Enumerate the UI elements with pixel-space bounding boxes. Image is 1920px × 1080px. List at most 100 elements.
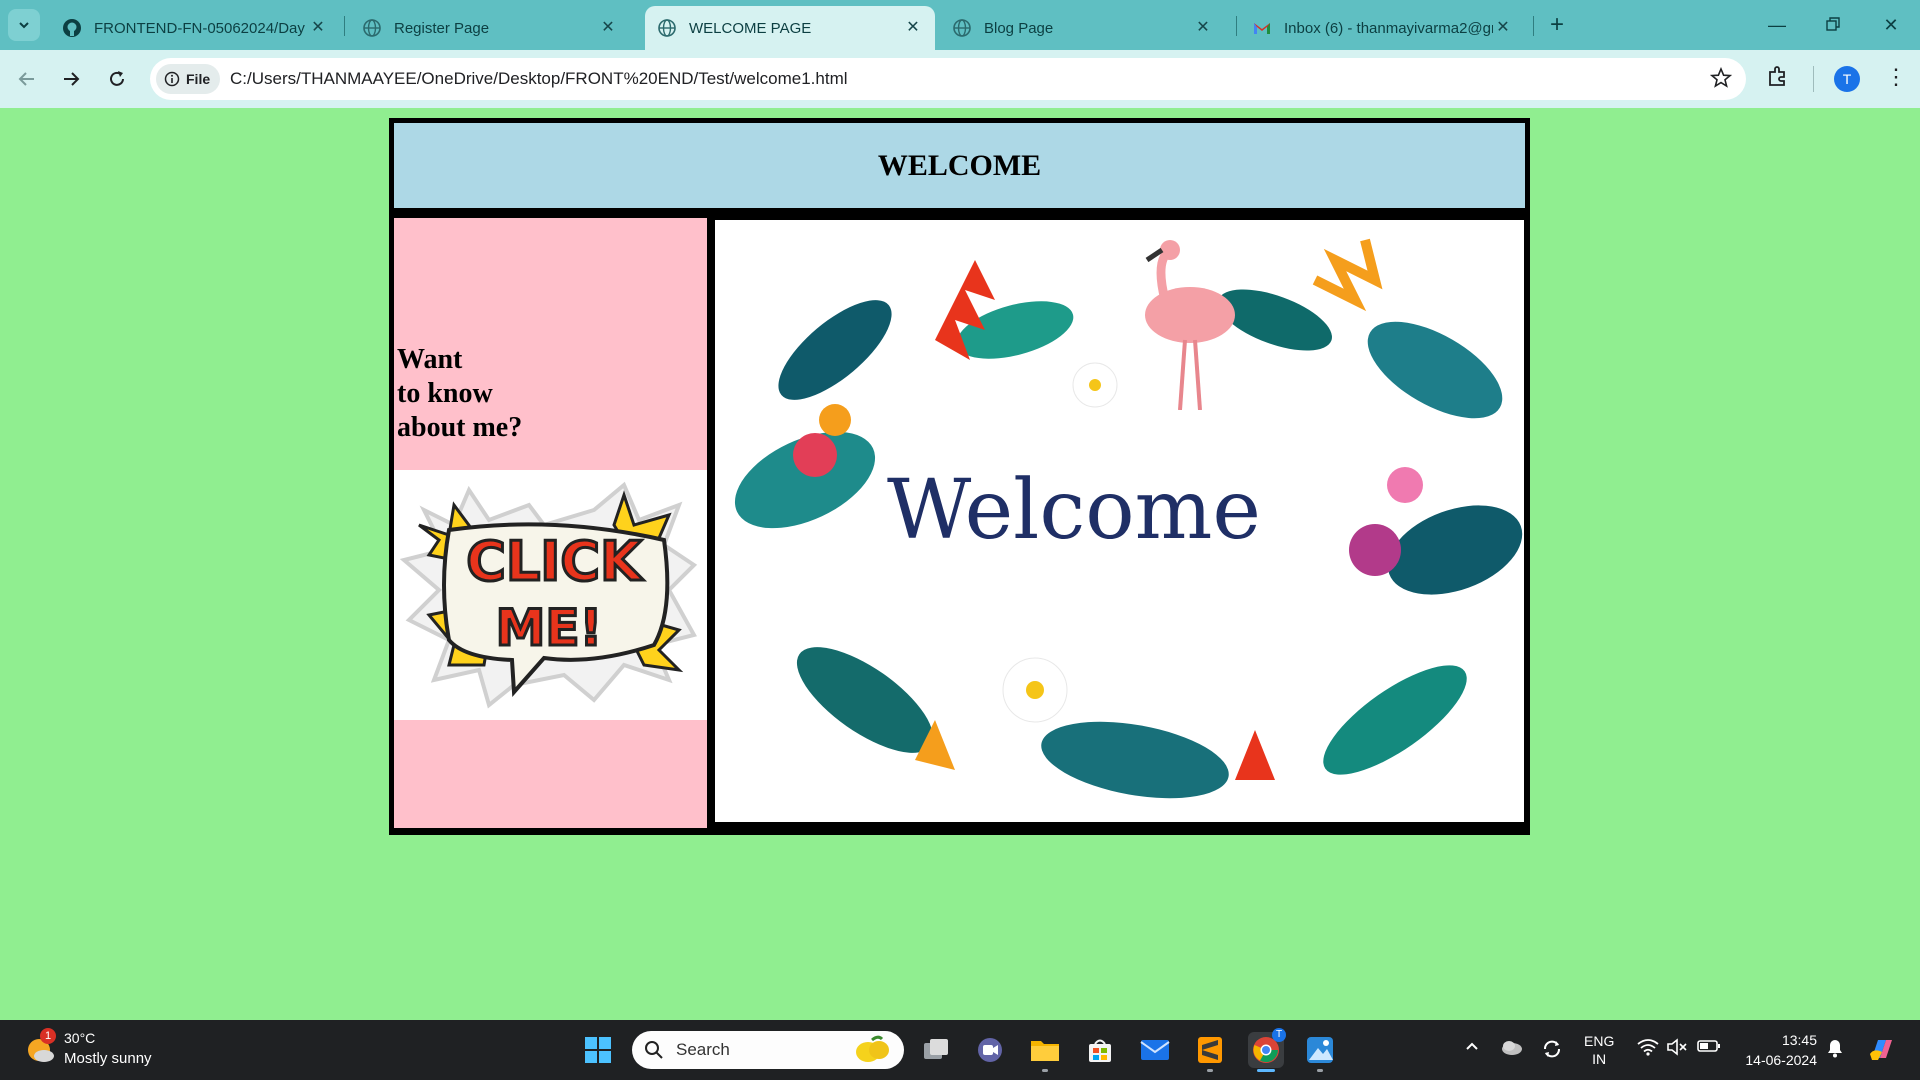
taskbar-search[interactable]: Search [632, 1031, 904, 1069]
tab-label: FRONTEND-FN-05062024/Day [94, 19, 305, 37]
windows-icon [585, 1037, 611, 1063]
store-button[interactable] [1082, 1032, 1118, 1068]
tab-search-button[interactable] [8, 9, 40, 41]
back-button[interactable] [12, 64, 42, 94]
chrome-button[interactable]: T [1248, 1028, 1286, 1072]
weather-description: Mostly sunny [64, 1050, 152, 1067]
tab-label: Inbox (6) - thanmayivarma2@gmail.com [1284, 19, 1493, 37]
minimize-button[interactable]: — [1762, 10, 1792, 40]
site-info-chip[interactable]: File [156, 64, 221, 94]
wifi-icon[interactable] [1637, 1038, 1659, 1056]
tab-separator [1533, 16, 1534, 36]
profile-avatar[interactable]: T [1834, 66, 1860, 92]
photos-icon [1307, 1037, 1333, 1063]
star-icon[interactable] [1710, 67, 1732, 89]
url-text[interactable]: C:/Users/THANMAAYEE/OneDrive/Desktop/FRO… [230, 69, 848, 89]
more-menu-icon[interactable]: ⋮ [1885, 64, 1907, 90]
start-button[interactable] [580, 1032, 616, 1068]
welcome-image: Welcome [715, 220, 1524, 822]
clock-time: 13:45 [1781, 1032, 1817, 1048]
teams-button[interactable] [972, 1032, 1008, 1068]
click-text: CLICK [466, 530, 644, 593]
reload-icon [110, 71, 124, 86]
click-me-sticker: CLICK ME! [399, 481, 698, 709]
arrow-left-icon [18, 72, 34, 86]
weather-badge: 1 [40, 1028, 56, 1044]
chevron-down-icon [19, 22, 29, 29]
close-window-button[interactable]: ✕ [1876, 10, 1906, 40]
chip-label: File [186, 71, 211, 87]
close-icon[interactable]: ✕ [1493, 18, 1513, 38]
running-indicator [1207, 1069, 1213, 1072]
search-icon [645, 1041, 663, 1059]
tab-register[interactable]: Register Page ✕ [350, 6, 630, 50]
sublime-icon [1198, 1037, 1222, 1063]
task-view-icon [924, 1039, 948, 1059]
region-code: IN [1592, 1051, 1607, 1067]
address-bar[interactable]: File C:/Users/THANMAAYEE/OneDrive/Deskto… [150, 58, 1746, 100]
side-line-1: Want [397, 344, 463, 375]
tropical-welcome-art: Welcome [734, 238, 1523, 799]
weather-temperature: 30°C [64, 1030, 96, 1046]
photos-button[interactable] [1302, 1032, 1338, 1072]
tab-github[interactable]: FRONTEND-FN-05062024/Day ✕ [50, 6, 340, 50]
copilot-icon[interactable] [1866, 1034, 1896, 1064]
forward-button[interactable] [56, 64, 86, 94]
extensions-icon[interactable] [1766, 64, 1790, 88]
me-text: ME! [496, 599, 603, 657]
toolbar-separator [1813, 66, 1814, 92]
lemon-icon [856, 1035, 889, 1062]
new-tab-button[interactable]: + [1543, 12, 1571, 40]
tab-gmail[interactable]: Inbox (6) - thanmayivarma2@gmail.com ✕ [1240, 6, 1525, 50]
close-icon[interactable]: ✕ [1193, 18, 1213, 38]
close-icon[interactable]: ✕ [598, 18, 618, 38]
side-question: Want to know about me? [397, 343, 522, 445]
tab-separator [1236, 16, 1237, 36]
tab-strip: FRONTEND-FN-05062024/Day ✕ Register Page… [0, 0, 1920, 50]
restore-icon [1826, 17, 1840, 31]
tab-welcome[interactable]: WELCOME PAGE ✕ [645, 6, 935, 50]
teams-icon [978, 1038, 1002, 1062]
tab-blog[interactable]: Blog Page ✕ [940, 6, 1225, 50]
welcome-text: Welcome [887, 463, 1261, 558]
speaker-muted-icon[interactable] [1666, 1038, 1688, 1056]
tab-label: Blog Page [984, 19, 1054, 37]
running-indicator [1317, 1069, 1323, 1072]
sublime-text-button[interactable] [1192, 1032, 1228, 1072]
globe-icon [363, 19, 381, 37]
tab-label: WELCOME PAGE [689, 19, 812, 37]
github-icon [63, 19, 81, 37]
page-layout-table: WELCOME Want to know about me? CLICK ME! [389, 118, 1530, 835]
header-cell: WELCOME [394, 123, 1525, 208]
file-explorer-button[interactable] [1027, 1032, 1063, 1072]
reload-button[interactable] [102, 64, 132, 94]
arrow-right-icon [64, 72, 80, 86]
language-indicator[interactable]: ENG IN [1584, 1032, 1614, 1068]
browser-toolbar: File C:/Users/THANMAAYEE/OneDrive/Deskto… [0, 50, 1920, 108]
battery-icon[interactable] [1697, 1038, 1721, 1054]
folder-icon [1031, 1041, 1059, 1061]
info-icon [164, 71, 180, 87]
mail-icon [1140, 1040, 1170, 1060]
chevron-up-icon[interactable] [1464, 1038, 1480, 1054]
running-indicator [1257, 1069, 1275, 1072]
click-me-image[interactable]: CLICK ME! [394, 470, 707, 720]
tab-separator [344, 16, 345, 36]
side-line-2: to know [397, 378, 493, 409]
mail-button[interactable] [1137, 1032, 1173, 1068]
close-icon[interactable]: ✕ [903, 18, 923, 38]
restore-button[interactable] [1818, 10, 1848, 40]
bell-icon[interactable] [1826, 1038, 1844, 1058]
sync-icon[interactable] [1541, 1038, 1563, 1060]
search-label: Search [676, 1040, 730, 1059]
tab-label: Register Page [394, 19, 490, 37]
clock-date: 14-06-2024 [1745, 1052, 1817, 1068]
globe-icon [658, 19, 676, 37]
system-clock[interactable]: 13:45 14-06-2024 [1737, 1030, 1817, 1070]
language-code: ENG [1584, 1033, 1615, 1049]
onedrive-icon[interactable] [1500, 1038, 1524, 1056]
task-view-button[interactable] [918, 1032, 954, 1068]
taskbar: 1 30°C Mostly sunny Search T ENG IN 13:4… [0, 1020, 1920, 1080]
store-icon [1089, 1039, 1111, 1062]
close-icon[interactable]: ✕ [308, 18, 328, 38]
